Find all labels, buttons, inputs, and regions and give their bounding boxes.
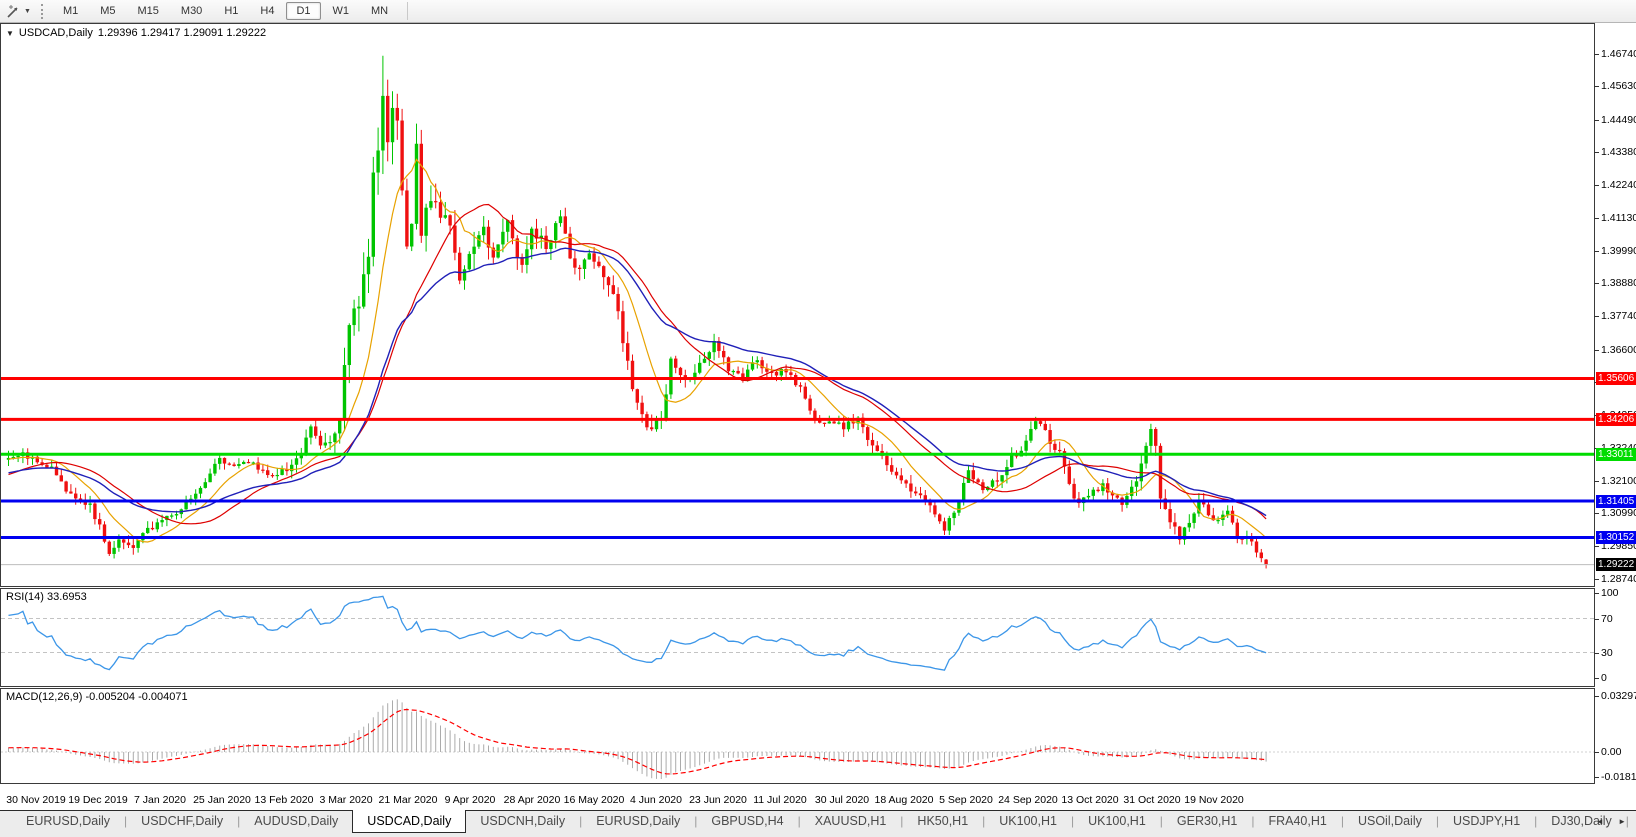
price-tick: 1.42240 bbox=[1594, 179, 1636, 191]
date-label: 3 Mar 2020 bbox=[319, 794, 373, 806]
chart-collapse-icon[interactable]: ▼ bbox=[6, 29, 14, 38]
date-label: 24 Sep 2020 bbox=[998, 794, 1058, 806]
level-price-box: 1.35606 bbox=[1596, 372, 1636, 386]
price-tick: 1.41130 bbox=[1594, 212, 1636, 224]
timeframe-button-d1[interactable]: D1 bbox=[286, 2, 321, 20]
level-price-box: 1.31405 bbox=[1596, 494, 1636, 508]
macd-window[interactable] bbox=[0, 688, 1595, 784]
tab-audusd-daily[interactable]: AUDUSD,Daily bbox=[240, 811, 352, 833]
price-tick: 1.38880 bbox=[1594, 277, 1636, 289]
price-tick: 1.44490 bbox=[1594, 114, 1636, 126]
toolbar-separator bbox=[407, 2, 409, 20]
date-label: 9 Apr 2020 bbox=[444, 794, 496, 806]
timeframe-toolbar: ▼ M1 M5 M15 M30 H1 H4 D1 W1 MN bbox=[0, 0, 1636, 23]
tab-eurusd-daily[interactable]: EURUSD,Daily bbox=[582, 811, 694, 833]
tab-row: EURUSD,Daily | USDCHF,Daily | AUDUSD,Daily US… bbox=[12, 810, 1636, 833]
dropdown-arrow-icon: ▼ bbox=[24, 7, 31, 15]
chart-ohlc-values: 1.29396 1.29417 1.29091 1.29222 bbox=[97, 27, 267, 39]
date-label: 31 Oct 2020 bbox=[1123, 794, 1181, 806]
chart-title: ▼ USDCAD,Daily 1.29396 1.29417 1.29091 1… bbox=[6, 27, 266, 39]
price-tick: 1.39990 bbox=[1594, 245, 1636, 257]
tab-eurusd-daily[interactable]: EURUSD,Daily bbox=[12, 811, 124, 833]
timeframe-button-h1[interactable]: H1 bbox=[214, 2, 248, 20]
toolbar-grip bbox=[40, 3, 46, 19]
rsi-tick: 0 bbox=[1594, 672, 1635, 684]
date-label: 18 Aug 2020 bbox=[874, 794, 934, 806]
cursor-tool-button[interactable]: ▼ bbox=[0, 0, 37, 22]
level-price-box: 1.30152 bbox=[1596, 531, 1636, 545]
current-price-box: 1.29222 bbox=[1596, 558, 1636, 572]
tab-usdchf-daily[interactable]: USDCHF,Daily bbox=[127, 811, 237, 833]
macd-tick: 0.00 bbox=[1594, 746, 1635, 758]
rsi-window[interactable] bbox=[0, 588, 1595, 687]
date-label: 5 Sep 2020 bbox=[939, 794, 993, 806]
date-label: 23 Jun 2020 bbox=[689, 794, 747, 806]
price-tick: 1.36600 bbox=[1594, 344, 1636, 356]
level-price-box: 1.34206 bbox=[1596, 412, 1636, 426]
tab-scroll-left-icon[interactable]: ◄ bbox=[1596, 817, 1610, 826]
macd-tick: 0.032972 bbox=[1594, 690, 1636, 702]
macd-tick: -0.018154 bbox=[1594, 771, 1636, 783]
date-axis[interactable]: 30 Nov 2019 19 Dec 2019 7 Jan 2020 25 Jan 2… bbox=[0, 784, 1636, 810]
chart-cursor-icon bbox=[7, 4, 18, 18]
timeframe-button-h4[interactable]: H4 bbox=[250, 2, 284, 20]
date-label: 11 Jul 2020 bbox=[753, 794, 807, 806]
date-label: 13 Feb 2020 bbox=[254, 794, 314, 806]
date-label: 30 Nov 2019 bbox=[6, 794, 66, 806]
tab-usdcad-daily[interactable]: USDCAD,Daily bbox=[352, 810, 467, 833]
main-chart-window[interactable] bbox=[0, 23, 1595, 587]
tab-scroll-buttons: ◄ ► bbox=[1596, 817, 1632, 826]
tab-scroll-right-icon[interactable]: ► bbox=[1618, 817, 1632, 826]
tab-hk50-h1[interactable]: HK50,H1 bbox=[903, 811, 982, 833]
tab-ger30-h1[interactable]: GER30,H1 bbox=[1163, 811, 1251, 833]
tab-uk100-h1[interactable]: UK100,H1 bbox=[1074, 811, 1160, 833]
tab-xauusd-h1[interactable]: XAUUSD,H1 bbox=[801, 811, 901, 833]
price-tick: 1.30990 bbox=[1594, 507, 1636, 519]
macd-label: MACD(12,26,9) -0.005204 -0.004071 bbox=[6, 691, 188, 703]
tab-uk100-h1[interactable]: UK100,H1 bbox=[985, 811, 1071, 833]
date-label: 19 Dec 2019 bbox=[68, 794, 128, 806]
level-price-box: 1.33011 bbox=[1596, 447, 1636, 461]
price-tick: 1.37740 bbox=[1594, 310, 1636, 322]
rsi-tick: 30 bbox=[1594, 647, 1635, 659]
tab-gbpusd-h4[interactable]: GBPUSD,H4 bbox=[697, 811, 797, 833]
date-label: 4 Jun 2020 bbox=[630, 794, 682, 806]
date-label: 16 May 2020 bbox=[563, 794, 625, 806]
rsi-tick: 100 bbox=[1594, 587, 1635, 599]
price-tick: 1.32100 bbox=[1594, 475, 1636, 487]
tab-usdcnh-daily[interactable]: USDCNH,Daily bbox=[466, 811, 579, 833]
date-label: 30 Jul 2020 bbox=[814, 794, 870, 806]
date-label: 21 Mar 2020 bbox=[378, 794, 438, 806]
price-tick: 1.46740 bbox=[1594, 48, 1636, 60]
timeframe-button-w1[interactable]: W1 bbox=[323, 2, 360, 20]
timeframe-button-m15[interactable]: M15 bbox=[128, 2, 169, 20]
price-tick: 1.28740 bbox=[1594, 573, 1636, 585]
tab-usdjpy-h1[interactable]: USDJPY,H1 bbox=[1439, 811, 1534, 833]
trading-app: ▼ M1 M5 M15 M30 H1 H4 D1 W1 MN ▼ USDCAD,Daily 1.… bbox=[0, 0, 1636, 837]
timeframe-button-m30[interactable]: M30 bbox=[171, 2, 212, 20]
date-label: 7 Jan 2020 bbox=[134, 794, 186, 806]
timeframe-buttons: M1 M5 M15 M30 H1 H4 D1 W1 MN bbox=[52, 2, 399, 20]
date-label: 19 Nov 2020 bbox=[1184, 794, 1244, 806]
price-tick: 1.43380 bbox=[1594, 146, 1636, 158]
rsi-label: RSI(14) 33.6953 bbox=[6, 591, 87, 603]
date-label: 25 Jan 2020 bbox=[193, 794, 251, 806]
date-label: 13 Oct 2020 bbox=[1061, 794, 1119, 806]
timeframe-button-m1[interactable]: M1 bbox=[53, 2, 88, 20]
timeframe-button-mn[interactable]: MN bbox=[361, 2, 398, 20]
rsi-tick: 70 bbox=[1594, 613, 1635, 625]
date-label: 28 Apr 2020 bbox=[503, 794, 561, 806]
timeframe-button-m5[interactable]: M5 bbox=[90, 2, 125, 20]
chart-tab-bar: EURUSD,Daily | USDCHF,Daily | AUDUSD,Daily US… bbox=[0, 810, 1636, 837]
tab-fra40-h1[interactable]: FRA40,H1 bbox=[1254, 811, 1340, 833]
chart-symbol-label: USDCAD,Daily bbox=[18, 27, 93, 39]
price-tick: 1.45630 bbox=[1594, 80, 1636, 92]
tab-usoil-daily[interactable]: USOil,Daily bbox=[1344, 811, 1436, 833]
